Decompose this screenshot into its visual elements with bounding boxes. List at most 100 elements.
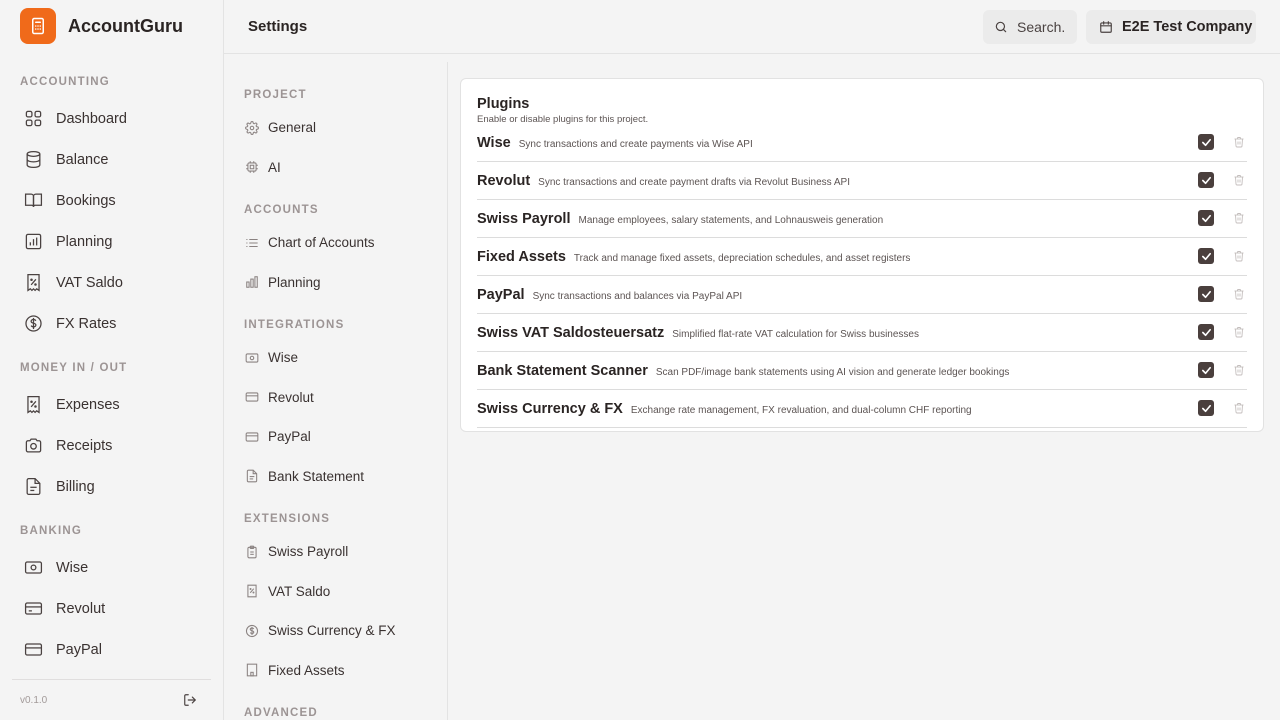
settings-item-ai[interactable]: AI	[224, 148, 447, 188]
app-sidebar: AccountGuru ACCOUNTING Dashboard Balance…	[0, 0, 224, 720]
trash-icon[interactable]	[1233, 363, 1245, 377]
nav-item-bookings[interactable]: Bookings	[0, 180, 223, 221]
plugin-name: Fixed Assets	[477, 248, 566, 265]
credit-card-icon	[245, 432, 259, 442]
logout-icon[interactable]	[183, 693, 197, 707]
nav-item-receipts[interactable]: Receipts	[0, 425, 223, 466]
nav-item-revolut[interactable]: Revolut	[0, 588, 223, 629]
settings-section-advanced: ADVANCED	[244, 707, 318, 719]
main-nav: ACCOUNTING Dashboard Balance Bookings Pl…	[0, 60, 223, 664]
plugin-enabled-checkbox[interactable]	[1198, 210, 1214, 226]
plugin-enabled-checkbox[interactable]	[1198, 400, 1214, 416]
plugin-enabled-checkbox[interactable]	[1198, 324, 1214, 340]
settings-section-accounts: ACCOUNTS	[244, 204, 319, 216]
camera-icon	[25, 438, 42, 453]
settings-section-project: PROJECT	[244, 89, 307, 101]
percent-file-icon	[27, 273, 40, 292]
company-selector[interactable]: E2E Test Company	[1086, 10, 1256, 44]
nav-item-billing[interactable]: Billing	[0, 466, 223, 507]
file-icon	[246, 469, 258, 483]
check-icon	[1201, 404, 1211, 412]
settings-item-chart-of-accounts[interactable]: Chart of Accounts	[224, 223, 447, 263]
check-icon	[1201, 366, 1211, 374]
plugin-enabled-checkbox[interactable]	[1198, 248, 1214, 264]
nav-item-expenses[interactable]: Expenses	[0, 384, 223, 425]
settings-item-planning[interactable]: Planning	[224, 263, 447, 303]
settings-item-general[interactable]: General	[224, 108, 447, 148]
settings-item-swiss-currency[interactable]: Swiss Currency & FX	[224, 611, 447, 651]
plugin-row-swiss-payroll: Swiss Payroll Manage employees, salary s…	[477, 200, 1247, 238]
nav-item-label: PayPal	[56, 641, 102, 658]
plugins-card: Plugins Enable or disable plugins for th…	[460, 78, 1264, 432]
receipt-percent-icon	[27, 395, 40, 414]
settings-section-integrations: INTEGRATIONS	[244, 319, 345, 331]
settings-item-fixed-assets[interactable]: Fixed Assets	[224, 651, 447, 691]
plugin-description: Exchange rate management, FX revaluation…	[630, 404, 972, 416]
nav-item-label: VAT Saldo	[56, 274, 123, 291]
trash-icon[interactable]	[1233, 325, 1245, 339]
plugin-name: PayPal	[477, 286, 525, 303]
clipboard-icon	[247, 545, 257, 559]
nav-item-label: Revolut	[56, 600, 106, 617]
check-icon	[1201, 176, 1211, 184]
plugin-name: Swiss VAT Saldosteuersatz	[477, 324, 665, 341]
settings-item-revolut[interactable]: Revolut	[224, 378, 447, 418]
nav-item-label: Bookings	[56, 192, 116, 209]
nav-item-wise[interactable]: Wise	[0, 547, 223, 588]
settings-item-label: Revolut	[268, 389, 314, 405]
check-icon	[1201, 214, 1211, 222]
banknote-icon	[245, 353, 259, 363]
settings-item-swiss-payroll[interactable]: Swiss Payroll	[224, 532, 447, 572]
plugin-name: Revolut	[477, 172, 531, 189]
nav-item-vat-saldo[interactable]: VAT Saldo	[0, 262, 223, 303]
check-icon	[1201, 328, 1211, 336]
trash-icon[interactable]	[1233, 401, 1245, 415]
nav-item-dashboard[interactable]: Dashboard	[0, 98, 223, 139]
nav-item-label: Dashboard	[56, 110, 127, 127]
nav-item-balance[interactable]: Balance	[0, 139, 223, 180]
plugin-row-fixed-assets: Fixed Assets Track and manage fixed asse…	[477, 238, 1247, 276]
plugin-enabled-checkbox[interactable]	[1198, 134, 1214, 150]
nav-item-label: Planning	[56, 233, 113, 250]
chip-icon	[246, 161, 258, 174]
settings-item-wise[interactable]: Wise	[224, 338, 447, 378]
dollar-circle-icon	[25, 315, 42, 332]
plugin-description: Track and manage fixed assets, depreciat…	[573, 252, 911, 264]
plugin-list: Wise Sync transactions and create paymen…	[477, 124, 1247, 428]
trash-icon[interactable]	[1233, 173, 1245, 187]
nav-item-label: Receipts	[56, 437, 113, 454]
nav-item-planning[interactable]: Planning	[0, 221, 223, 262]
nav-item-paypal[interactable]: PayPal	[0, 629, 223, 664]
settings-item-bank-statement[interactable]: Bank Statement	[224, 457, 447, 497]
plugins-title: Plugins	[477, 96, 530, 112]
trash-icon[interactable]	[1233, 135, 1245, 149]
grid-icon	[25, 110, 42, 127]
database-icon	[26, 150, 41, 169]
plugin-enabled-checkbox[interactable]	[1198, 286, 1214, 302]
nav-item-label: Billing	[56, 478, 95, 495]
plugin-row-swiss-currency: Swiss Currency & FX Exchange rate manage…	[477, 390, 1247, 428]
plugin-enabled-checkbox[interactable]	[1198, 362, 1214, 378]
search-button[interactable]: Search.	[983, 10, 1077, 44]
nav-item-label: Balance	[56, 151, 109, 168]
bar-chart-icon	[246, 276, 258, 289]
settings-item-vat-saldo[interactable]: VAT Saldo	[224, 572, 447, 612]
credit-card-icon	[245, 392, 259, 402]
trash-icon[interactable]	[1233, 249, 1245, 263]
settings-item-paypal[interactable]: PayPal	[224, 417, 447, 457]
plugin-description: Simplified flat-rate VAT calculation for…	[672, 328, 919, 340]
brand[interactable]: AccountGuru	[20, 8, 183, 44]
invoice-icon	[26, 477, 41, 496]
trash-icon[interactable]	[1233, 287, 1245, 301]
nav-section-banking: BANKING	[20, 525, 83, 537]
search-placeholder: Search.	[1017, 19, 1066, 35]
gear-icon	[245, 120, 259, 135]
settings-item-label: AI	[268, 159, 281, 175]
app-name: AccountGuru	[68, 15, 183, 36]
trash-icon[interactable]	[1233, 211, 1245, 225]
nav-item-label: Expenses	[56, 396, 120, 413]
page-title: Settings	[248, 18, 308, 35]
plugin-name: Bank Statement Scanner	[477, 362, 648, 379]
nav-item-fx-rates[interactable]: FX Rates	[0, 303, 223, 344]
plugin-enabled-checkbox[interactable]	[1198, 172, 1214, 188]
